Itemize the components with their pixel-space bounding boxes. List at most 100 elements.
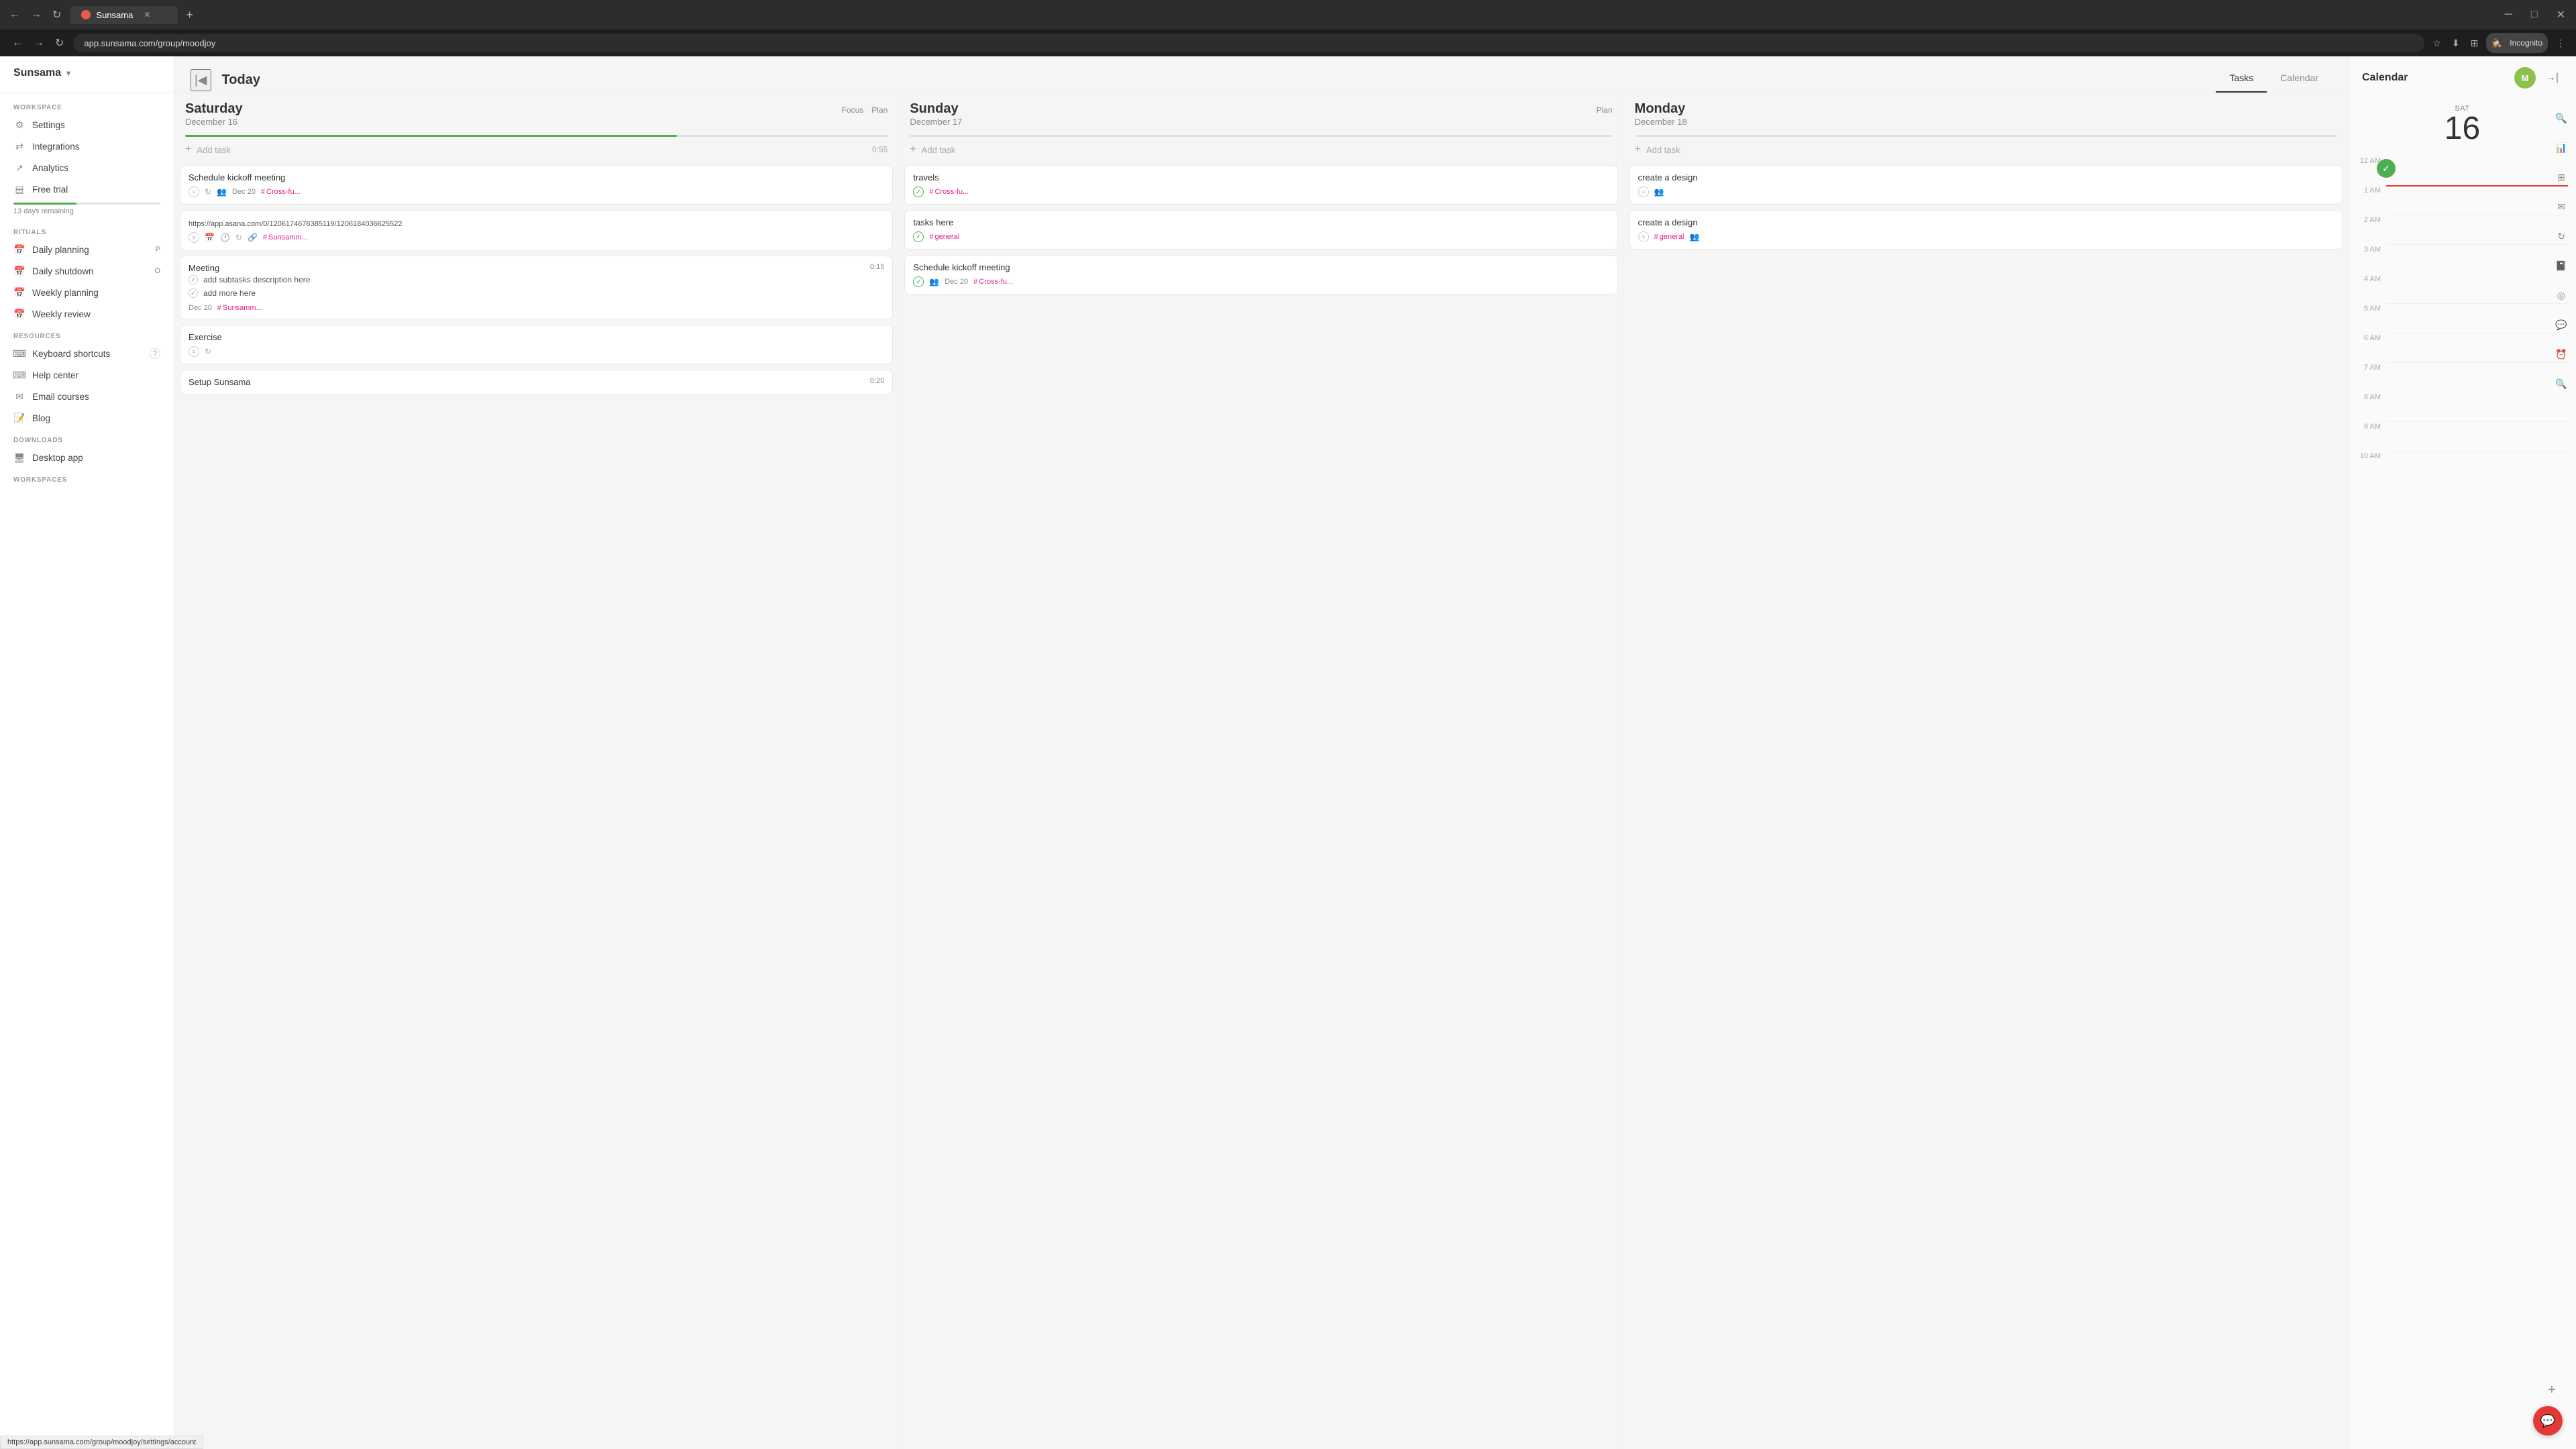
- add-task-label: Add task: [1646, 145, 1680, 155]
- addr-forward-button[interactable]: →: [30, 34, 48, 52]
- task-title: Schedule kickoff meeting: [913, 262, 1609, 272]
- browser-tab[interactable]: Sunsama ✕: [70, 6, 178, 24]
- download-icon[interactable]: ⬇: [2449, 35, 2463, 52]
- sidebar-item-desktop-app[interactable]: 🖥 Desktop app: [0, 447, 174, 468]
- saturday-add-task[interactable]: + Add task 0:55: [174, 137, 898, 162]
- sidebar-free-trial-label: Free trial: [32, 184, 68, 195]
- sidebar-item-keyboard-shortcuts[interactable]: ⌨ Keyboard shortcuts ?: [0, 343, 174, 364]
- task-card[interactable]: Schedule kickoff meeting ✓ 👥 Dec 20 #Cro…: [904, 255, 1617, 294]
- task-title: Exercise: [189, 332, 884, 342]
- time-row-4am: 4 AM: [2357, 274, 2568, 303]
- back-button[interactable]: ←: [5, 6, 24, 23]
- saturday-plan-link[interactable]: Plan: [871, 105, 888, 115]
- task-check[interactable]: ○: [189, 232, 199, 243]
- tab-close-button[interactable]: ✕: [144, 10, 150, 19]
- task-check[interactable]: ✓: [913, 186, 924, 197]
- weekly-review-icon: 📅: [13, 308, 25, 320]
- sidebar-brand[interactable]: Sunsama ▾: [0, 56, 174, 90]
- sunday-add-task[interactable]: + Add task: [899, 137, 1623, 162]
- sidebar-item-help-center[interactable]: ⌨ Help center: [0, 364, 174, 386]
- time-line: [2386, 215, 2568, 244]
- nav-back-button[interactable]: |◀: [191, 69, 211, 91]
- subtask-check[interactable]: ✓: [189, 288, 198, 298]
- sidebar-daily-shutdown-label: Daily shutdown: [32, 266, 94, 276]
- bookmark-icon[interactable]: ☆: [2430, 35, 2444, 52]
- minimize-button[interactable]: ─: [2500, 7, 2518, 22]
- task-card[interactable]: Meeting 0:15 ✓ add subtasks description …: [180, 256, 893, 319]
- task-check[interactable]: ○: [189, 346, 199, 357]
- task-check[interactable]: ○: [1638, 186, 1649, 197]
- menu-icon[interactable]: ⋮: [2553, 35, 2568, 52]
- new-tab-button[interactable]: +: [180, 7, 199, 23]
- task-check[interactable]: ○: [189, 186, 199, 197]
- time-label: 10 AM: [2357, 451, 2386, 460]
- task-tag: #Cross-fu...: [929, 188, 969, 196]
- task-card[interactable]: Schedule kickoff meeting ○ ↻ 👥 Dec 20 #C…: [180, 165, 893, 205]
- people-icon: 👥: [929, 277, 939, 286]
- saturday-time-display: 0:55: [872, 145, 888, 154]
- task-card[interactable]: Exercise ○ ↻: [180, 325, 893, 364]
- sidebar-item-email-courses[interactable]: ✉ Email courses: [0, 386, 174, 407]
- addr-back-button[interactable]: ←: [8, 34, 27, 52]
- browser-chrome: ← → ↻ Sunsama ✕ + ─ □ ✕: [0, 0, 2576, 30]
- task-card[interactable]: tasks here ✓ #general: [904, 210, 1617, 250]
- subtask-check[interactable]: ✓: [189, 275, 198, 284]
- tab-calendar[interactable]: Calendar: [2267, 67, 2332, 93]
- time-label: 2 AM: [2357, 215, 2386, 224]
- today-button[interactable]: Today: [222, 72, 260, 88]
- url-tooltip: https://app.sunsama.com/group/moodjoy/se…: [0, 1436, 203, 1449]
- tab-favicon: [81, 10, 91, 19]
- add-event-button[interactable]: +: [2541, 1379, 2563, 1401]
- forward-button[interactable]: →: [27, 6, 46, 23]
- address-input[interactable]: [73, 34, 2424, 52]
- addr-reload-button[interactable]: ↻: [51, 34, 68, 52]
- sidebar-item-integrations[interactable]: ⇄ Integrations: [0, 136, 174, 157]
- task-check[interactable]: ✓: [913, 276, 924, 287]
- task-check[interactable]: ○: [1638, 231, 1649, 242]
- sidebar-item-free-trial[interactable]: ▤ Free trial: [0, 178, 174, 200]
- task-card[interactable]: create a design ○ 👥: [1629, 165, 2343, 205]
- sunday-plan-link[interactable]: Plan: [1597, 105, 1613, 115]
- task-card[interactable]: create a design ○ #general 👥: [1629, 210, 2343, 250]
- monday-day-name: Monday: [1635, 101, 1686, 116]
- task-title: travels: [913, 172, 1609, 182]
- zoom-in-icon[interactable]: 🔍: [2549, 106, 2573, 130]
- task-card[interactable]: travels ✓ #Cross-fu...: [904, 165, 1617, 205]
- calendar-icon: 📅: [205, 233, 215, 242]
- sidebar-item-daily-planning[interactable]: 📅 Daily planning P: [0, 239, 174, 260]
- time-line: [2386, 451, 2568, 480]
- reload-button[interactable]: ↻: [48, 5, 65, 24]
- saturday-focus-link[interactable]: Focus: [842, 105, 864, 115]
- time-label: 6 AM: [2357, 333, 2386, 342]
- task-card[interactable]: https://app.asana.com/0/1206174676385119…: [180, 210, 893, 250]
- user-avatar[interactable]: M: [2514, 67, 2536, 89]
- add-task-label: Add task: [922, 145, 956, 155]
- task-tag: #general: [929, 233, 959, 241]
- sidebar-item-blog[interactable]: 📝 Blog: [0, 407, 174, 429]
- maximize-button[interactable]: □: [2526, 7, 2543, 22]
- keyboard-shortcuts-icon: ⌨: [13, 347, 25, 360]
- tab-tasks[interactable]: Tasks: [2216, 67, 2267, 93]
- day-sunday-header: Sunday Plan December 17: [899, 93, 1623, 135]
- sidebar-item-weekly-planning[interactable]: 📅 Weekly planning: [0, 282, 174, 303]
- time-line-current: [2386, 185, 2568, 215]
- sidebar-item-weekly-review[interactable]: 📅 Weekly review: [0, 303, 174, 325]
- calendar-expand-button[interactable]: →|: [2541, 67, 2563, 89]
- time-line: [2386, 333, 2568, 362]
- task-card[interactable]: Setup Sunsama 0:20: [180, 370, 893, 394]
- task-check[interactable]: ✓: [913, 231, 924, 242]
- address-bar-right-icons: ☆ ⬇ ⊞ 🕵 Incognito ⋮: [2430, 33, 2568, 53]
- sidebar-item-analytics[interactable]: ↗ Analytics: [0, 157, 174, 178]
- extensions-icon[interactable]: ⊞: [2468, 35, 2481, 52]
- sidebar-item-daily-shutdown[interactable]: 📅 Daily shutdown O: [0, 260, 174, 282]
- close-window-button[interactable]: ✕: [2551, 7, 2571, 23]
- sidebar-item-settings[interactable]: ⚙ Settings: [0, 114, 174, 136]
- email-courses-icon: ✉: [13, 390, 25, 402]
- trial-progress-fill: [13, 203, 76, 205]
- add-task-label: Add task: [197, 145, 231, 155]
- sidebar: Sunsama ▾ WORKSPACE ⚙ Settings ⇄ Integra…: [0, 56, 174, 1449]
- monday-add-task[interactable]: + Add task: [1624, 137, 2348, 162]
- time-label: 8 AM: [2357, 392, 2386, 401]
- time-row-2am: 2 AM: [2357, 215, 2568, 244]
- chat-fab-button[interactable]: 💬: [2533, 1406, 2563, 1436]
